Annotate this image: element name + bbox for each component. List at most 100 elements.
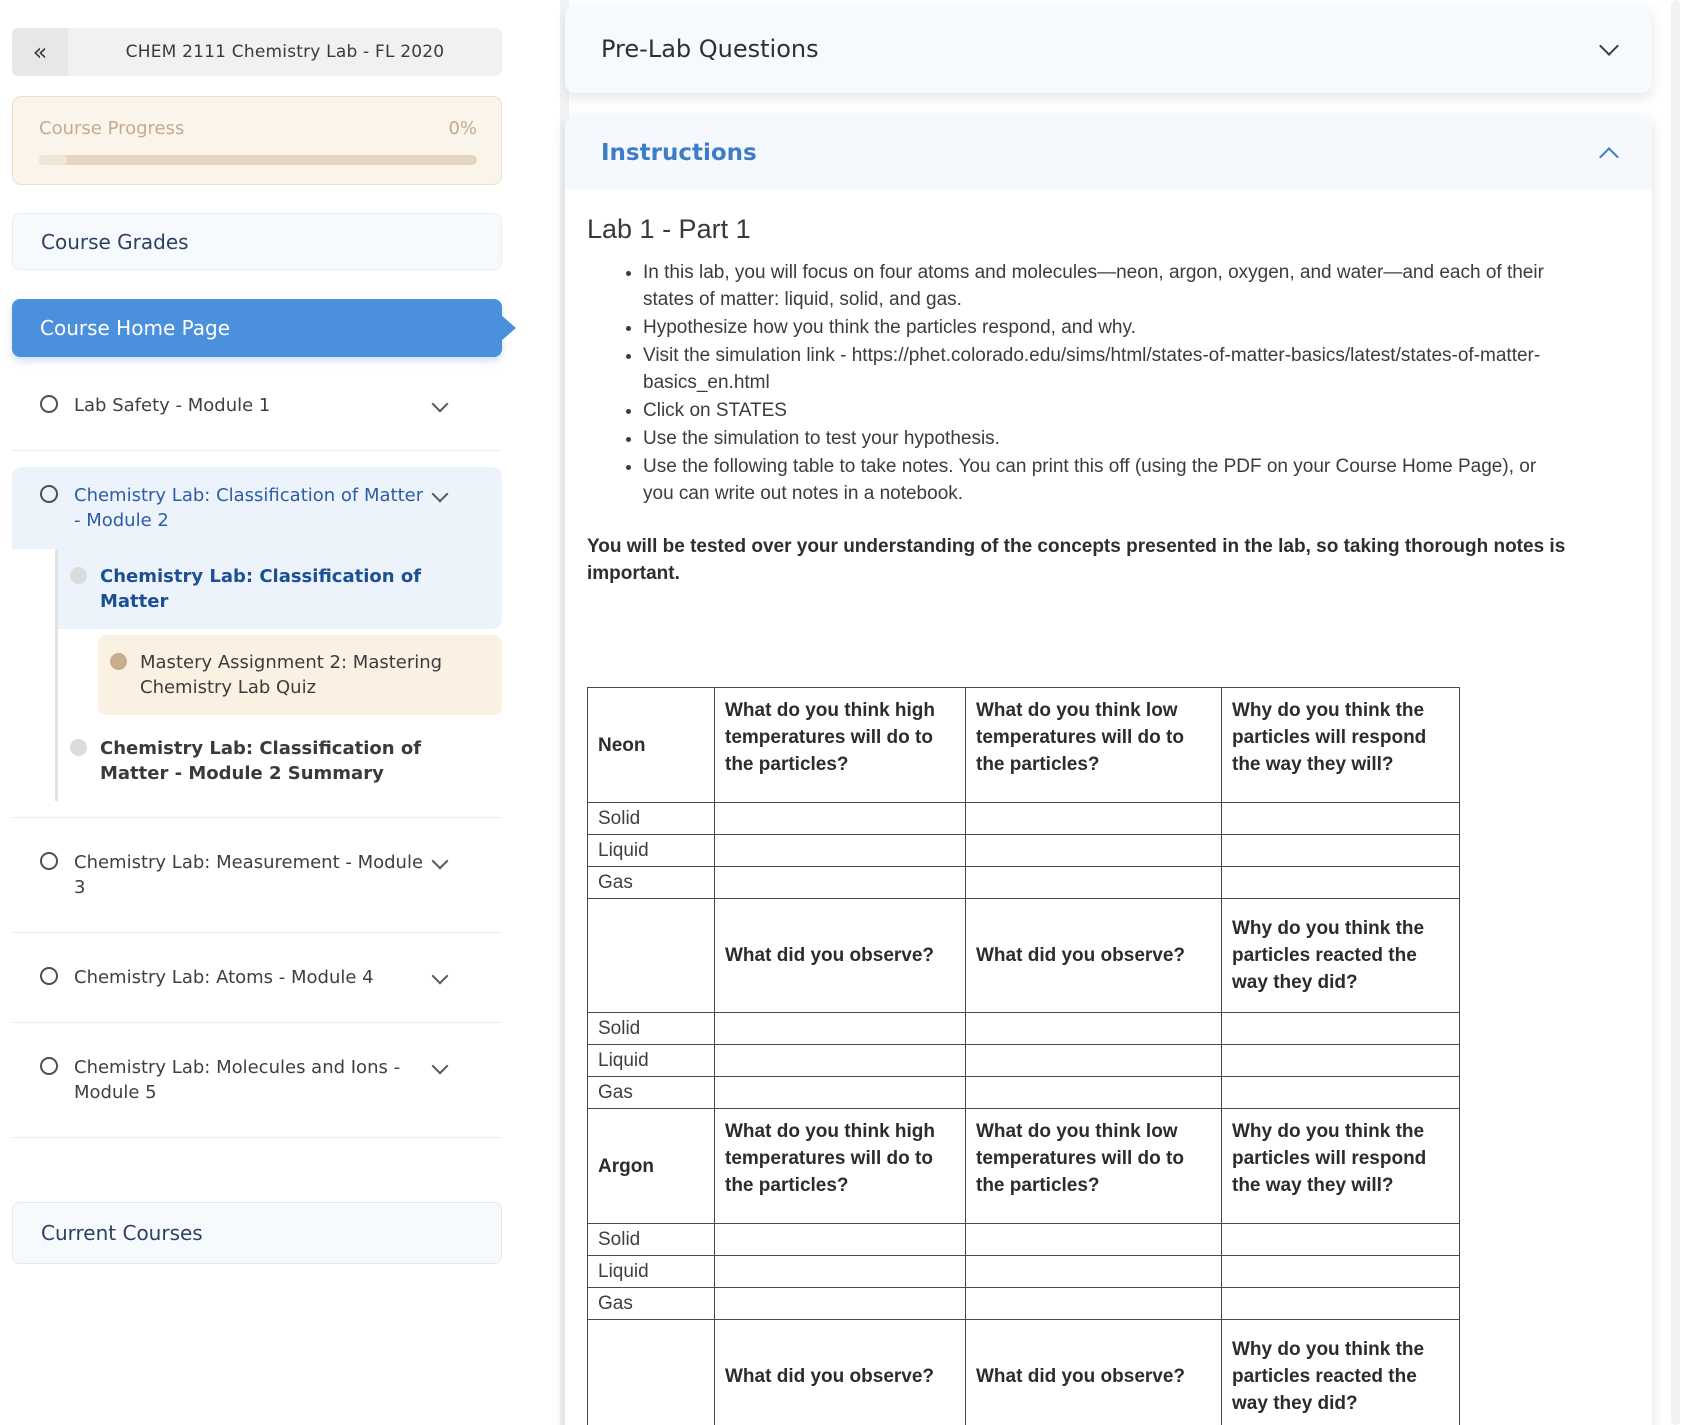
table-cell-state: Solid (588, 803, 715, 835)
chevron-up-icon[interactable] (1599, 147, 1619, 167)
table-cell-element: Neon (588, 688, 715, 803)
course-home-page-label: Course Home Page (40, 316, 230, 340)
table-cell-blank (588, 1320, 715, 1425)
current-courses-button[interactable]: Current Courses (12, 1202, 502, 1264)
table-cell-state: Gas (588, 867, 715, 899)
table-row-observe: What did you observe? What did you obser… (588, 899, 1460, 1013)
table-cell-blank (966, 1013, 1222, 1045)
course-header-bar: « CHEM 2111 Chemistry Lab - FL 2020 (12, 28, 502, 76)
table-row-solid: Solid (588, 1013, 1460, 1045)
table-row-liquid: Liquid (588, 1045, 1460, 1077)
table-cell-observe: What did you observe? (966, 1320, 1222, 1425)
table-cell-blank (966, 1077, 1222, 1109)
table-cell-state: Solid (588, 1013, 715, 1045)
table-cell-question-why: Why do you think the particles will resp… (1222, 1109, 1460, 1224)
table-cell-blank (1222, 835, 1460, 867)
table-cell-blank (715, 1077, 966, 1109)
instruction-item: In this lab, you will focus on four atom… (643, 259, 1572, 313)
chevron-down-icon[interactable] (432, 396, 449, 413)
item-status-dot-icon (70, 567, 87, 584)
item-label: Mastery Assignment 2: Mastering Chemistr… (140, 650, 470, 700)
table-cell-blank (1222, 1224, 1460, 1256)
module-children: Chemistry Lab: Classification of Matter … (55, 549, 502, 801)
table-cell-state: Liquid (588, 1045, 715, 1077)
sidebar-item-classification-of-matter[interactable]: Chemistry Lab: Classification of Matter (58, 549, 502, 629)
sidebar-module-molecules-ions[interactable]: Chemistry Lab: Molecules and Ions - Modu… (12, 1039, 502, 1121)
chevron-down-icon[interactable] (432, 486, 449, 503)
table-cell-blank (1222, 803, 1460, 835)
table-row-neon-header: Neon What do you think high temperatures… (588, 688, 1460, 803)
table-cell-why-react: Why do you think the particles reacted t… (1222, 899, 1460, 1013)
sidebar-module-measurement[interactable]: Chemistry Lab: Measurement - Module 3 (12, 834, 502, 916)
sidebar-item-mastery-assignment-2[interactable]: Mastery Assignment 2: Mastering Chemistr… (98, 635, 502, 715)
table-cell-blank (588, 899, 715, 1013)
table-row-gas: Gas (588, 867, 1460, 899)
module-status-circle-icon (40, 485, 58, 503)
table-cell-blank (966, 835, 1222, 867)
instruction-item: Hypothesize how you think the particles … (643, 314, 1572, 341)
instruction-item: Use the simulation to test your hypothes… (643, 425, 1572, 452)
chevron-down-icon[interactable] (432, 1058, 449, 1075)
prelab-questions-header[interactable]: Pre-Lab Questions (565, 5, 1652, 93)
table-cell-state: Gas (588, 1077, 715, 1109)
sidebar: « CHEM 2111 Chemistry Lab - FL 2020 Cour… (0, 0, 520, 1425)
chevron-down-icon[interactable] (1599, 36, 1619, 56)
item-label: Chemistry Lab: Classification of Matter … (100, 736, 450, 786)
table-row-observe: What did you observe? What did you obser… (588, 1320, 1460, 1425)
lab-part-title: Lab 1 - Part 1 (587, 214, 1622, 245)
table-cell-blank (966, 867, 1222, 899)
main-content: Pre-Lab Questions Instructions Lab 1 - P… (565, 0, 1652, 1425)
course-grades-button[interactable]: Course Grades (12, 213, 502, 270)
table-row-gas: Gas (588, 1077, 1460, 1109)
course-title: CHEM 2111 Chemistry Lab - FL 2020 (68, 42, 502, 62)
chevron-down-icon[interactable] (432, 853, 449, 870)
instructions-title: Instructions (601, 140, 1602, 166)
progress-bar-fill (39, 155, 67, 165)
module-status-circle-icon (40, 967, 58, 985)
module-status-circle-icon (40, 395, 58, 413)
table-row-gas: Gas (588, 1288, 1460, 1320)
table-cell-question-high: What do you think high temperatures will… (715, 1109, 966, 1224)
module-label: Chemistry Lab: Classification of Matter … (74, 483, 426, 533)
table-cell-state: Liquid (588, 835, 715, 867)
course-home-page-button[interactable]: Course Home Page (12, 299, 502, 357)
prelab-questions-title: Pre-Lab Questions (601, 35, 1602, 63)
instructions-body: Lab 1 - Part 1 In this lab, you will foc… (565, 190, 1652, 1425)
page-scrollbar[interactable] (1671, 0, 1680, 1425)
module-status-circle-icon (40, 852, 58, 870)
table-cell-blank (715, 803, 966, 835)
table-cell-question-why: Why do you think the particles will resp… (1222, 688, 1460, 803)
module-label: Chemistry Lab: Measurement - Module 3 (74, 850, 426, 900)
divider (12, 817, 502, 818)
module-label: Lab Safety - Module 1 (74, 393, 426, 418)
table-cell-observe: What did you observe? (715, 1320, 966, 1425)
sidebar-module-classification[interactable]: Chemistry Lab: Classification of Matter … (12, 467, 502, 549)
divider (12, 1137, 502, 1138)
test-warning-note: You will be tested over your understandi… (587, 533, 1597, 587)
sidebar-item-module-2-summary[interactable]: Chemistry Lab: Classification of Matter … (58, 721, 502, 801)
instructions-header[interactable]: Instructions (565, 115, 1652, 190)
item-label: Chemistry Lab: Classification of Matter (100, 564, 450, 614)
table-cell-observe: What did you observe? (966, 899, 1222, 1013)
chevron-down-icon[interactable] (432, 968, 449, 985)
table-cell-question-low: What do you think low temperatures will … (966, 1109, 1222, 1224)
module-label: Chemistry Lab: Molecules and Ions - Modu… (74, 1055, 426, 1105)
module-status-circle-icon (40, 1057, 58, 1075)
course-progress-card: Course Progress 0% (12, 96, 502, 185)
table-cell-blank (715, 1288, 966, 1320)
collapse-sidebar-button[interactable]: « (12, 28, 68, 76)
table-cell-blank (1222, 1045, 1460, 1077)
sidebar-module-atoms[interactable]: Chemistry Lab: Atoms - Module 4 (12, 949, 502, 1006)
sidebar-module-lab-safety[interactable]: Lab Safety - Module 1 (12, 377, 502, 434)
table-cell-blank (715, 835, 966, 867)
table-cell-blank (966, 803, 1222, 835)
table-cell-blank (966, 1256, 1222, 1288)
item-status-dot-icon (110, 653, 127, 670)
item-status-dot-icon (70, 739, 87, 756)
table-cell-blank (1222, 867, 1460, 899)
table-cell-blank (1222, 1288, 1460, 1320)
instructions-card: Instructions Lab 1 - Part 1 In this lab,… (565, 115, 1652, 1425)
table-cell-question-low: What do you think low temperatures will … (966, 688, 1222, 803)
notes-table: Neon What do you think high temperatures… (587, 687, 1460, 1425)
table-row-liquid: Liquid (588, 835, 1460, 867)
